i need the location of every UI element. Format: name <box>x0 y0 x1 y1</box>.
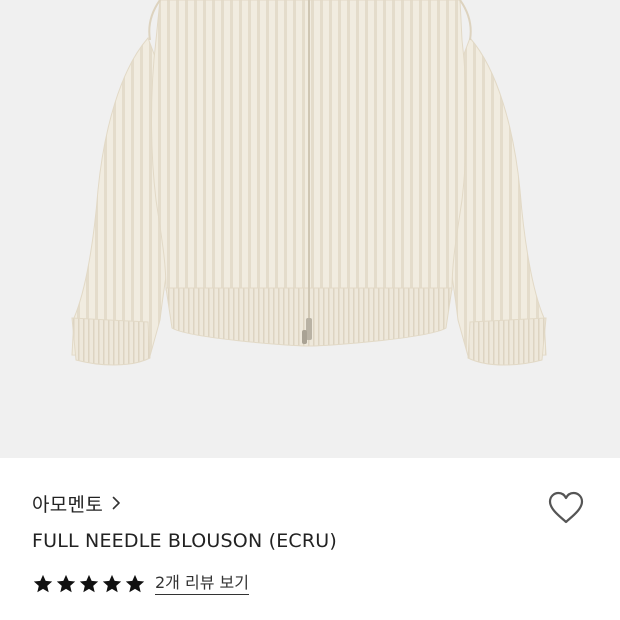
product-title: FULL NEEDLE BLOUSON (ECRU) <box>32 530 338 552</box>
star-filled-icon <box>78 573 100 595</box>
rating-row: 2개 리뷰 보기 <box>32 571 249 597</box>
brand-link[interactable]: 아모멘토 <box>32 490 121 516</box>
view-reviews-link[interactable]: 2개 리뷰 보기 <box>155 573 249 595</box>
wishlist-button[interactable] <box>544 488 588 528</box>
heart-outline-icon <box>547 491 585 525</box>
brand-name: 아모멘토 <box>32 493 104 516</box>
star-filled-icon <box>124 573 146 595</box>
star-rating <box>32 573 146 595</box>
star-filled-icon <box>55 573 77 595</box>
cardigan-illustration <box>71 0 547 366</box>
product-image[interactable] <box>0 0 620 458</box>
star-filled-icon <box>101 573 123 595</box>
chevron-right-icon <box>112 496 121 510</box>
star-filled-icon <box>32 573 54 595</box>
